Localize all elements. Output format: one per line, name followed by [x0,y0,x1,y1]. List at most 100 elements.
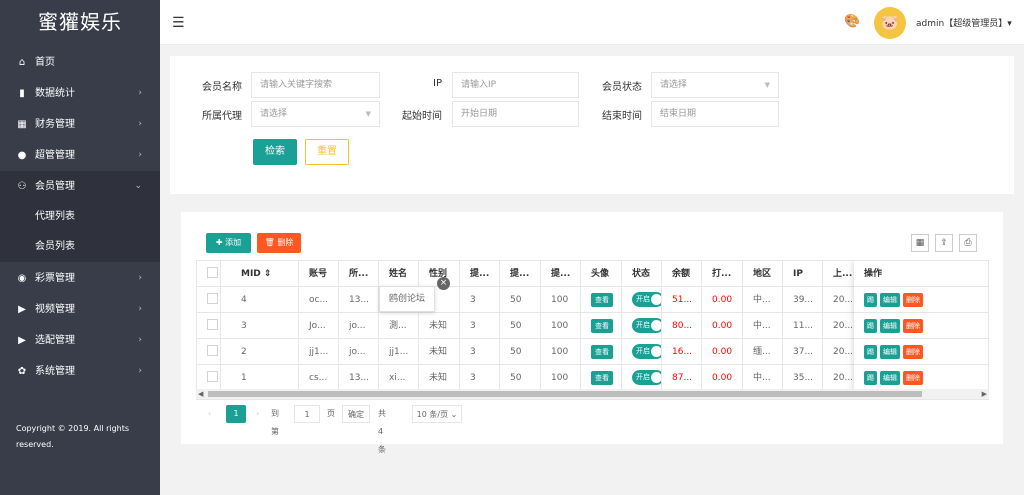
sidebar-item-lottery[interactable]: ◉ 彩票管理 › [0,263,160,294]
view-avatar-button[interactable]: 查看 [591,292,613,307]
menu-toggle-icon[interactable]: ☰ [172,15,185,31]
sidebar-item-config[interactable]: ▶ 选配管理 › [0,325,160,356]
cell-c2: 50 [500,339,541,365]
col-account: 账号 [299,261,339,287]
edit-button[interactable]: 编辑 [880,318,900,333]
sidebar-item-members[interactable]: ⚇ 会员管理 ⌄ [0,171,160,202]
edit-button[interactable]: 编辑 [880,344,900,359]
gamepad-icon: ◉ [17,273,27,284]
horizontal-scrollbar[interactable]: ◀ ▶ [196,389,989,399]
chevron-right-icon: › [138,335,142,345]
admin-menu[interactable]: admin【超级管理员】▾ [916,16,1012,29]
sidebar-item-finance[interactable]: ▦ 财务管理 › [0,109,160,140]
page-label: 页 [327,409,335,418]
end-date-input[interactable]: 结束日期 [651,101,779,127]
delete-row-button[interactable]: 删除 [903,344,923,359]
kick-button[interactable]: 踢 [864,370,877,385]
row-checkbox[interactable] [197,339,221,365]
sidebar-item-stats[interactable]: ▮ 数据统计 › [0,78,160,109]
copyright-text: Copyright © 2019. All rights reserved. [16,424,130,449]
view-avatar-button[interactable]: 查看 [591,370,613,385]
search-button[interactable]: 检索 [253,139,297,165]
next-page-icon[interactable]: › [256,405,259,423]
scroll-left-icon[interactable]: ◀ [198,389,203,399]
cell-name: xi... [379,365,419,391]
cell-balance: 87... [662,365,702,391]
cell-c3: 100 [541,313,581,339]
goto-input[interactable]: 1 [294,405,320,423]
delete-row-button[interactable]: 删除 [903,318,923,333]
kick-button[interactable]: 踢 [864,344,877,359]
sidebar-item-video[interactable]: ▶ 视频管理 › [0,294,160,325]
cell-c2: 50 [500,313,541,339]
view-avatar-button[interactable]: 查看 [591,344,613,359]
cell-name: 測... [379,313,419,339]
reset-button[interactable]: 重置 [305,139,349,165]
edit-button[interactable]: 编辑 [880,292,900,307]
page-1[interactable]: 1 [226,405,246,423]
sidebar-item-home[interactable]: ⌂ 首页 [0,47,160,78]
row-checkbox[interactable] [197,287,221,313]
delete-button[interactable]: 🗑 删除 [257,233,301,253]
print-icon[interactable]: ⎙ [959,234,977,252]
delete-row-button[interactable]: 删除 [903,370,923,385]
palette-icon[interactable]: 🎨 [844,14,860,29]
sidebar-item-system[interactable]: ✿ 系统管理 › [0,356,160,387]
agent-select[interactable]: 请选择 ▼ [251,101,380,127]
video-icon: ▶ [18,304,26,315]
row-checkbox[interactable] [197,365,221,391]
scroll-thumb[interactable] [208,391,922,397]
col-avatar: 头像 [581,261,622,287]
add-button[interactable]: ✚ 添加 [206,233,251,253]
chevron-right-icon: › [138,366,142,376]
kick-button[interactable]: 踢 [864,318,877,333]
sidebar-menu: ⌂ 首页 ▮ 数据统计 › ▦ 财务管理 › ● 超管管理 › ⚇ 会员管理 ⌄ 代理列表 会员列… [0,47,160,387]
page-size-select[interactable]: 10 条/页 ⌄ [412,405,462,423]
status-toggle[interactable]: 开启 [632,344,661,359]
user-icon: ● [17,150,27,161]
kick-button[interactable]: 踢 [864,292,877,307]
status-toggle[interactable]: 开启 [632,318,661,333]
prev-page-icon[interactable]: ‹ [208,405,211,423]
sidebar-subitem-member-list[interactable]: 会员列表 [0,232,160,262]
cell-mid: 2 [221,339,299,365]
ops-cell: 踢编辑 删除 [854,339,988,365]
goto-confirm-button[interactable]: 确定 [342,405,370,423]
cell-balance: 80... [662,313,702,339]
ip-input[interactable]: 请输入IP [452,72,579,98]
avatar[interactable]: 🐷 [874,7,906,39]
search-panel: 会员名称 请输入关键字搜索 IP 请输入IP 会员状态 请选择 ▼ 所属代理 请选… [170,56,1014,194]
status-switch-cell: 开启 [622,365,662,391]
col-mid[interactable]: MID ⇕ [221,261,299,287]
view-avatar-cell: 查看 [581,365,622,391]
delete-row-button[interactable]: 删除 [903,292,923,307]
cell-region: 缅... [743,339,783,365]
member-name-label: 会员名称 [202,82,242,93]
cell-c3: 100 [541,365,581,391]
status-select[interactable]: 请选择 ▼ [651,72,779,98]
ops-cell: 踢编辑 删除 [854,365,988,391]
cell-tooltip: 鸥创论坛 [379,286,435,312]
status-toggle[interactable]: 开启 [632,292,661,307]
close-icon[interactable]: × [437,277,450,290]
columns-icon[interactable]: ▦ [911,234,929,252]
status-toggle[interactable]: 开启 [632,370,661,385]
ip-label: IP [433,78,442,89]
scroll-right-icon[interactable]: ▶ [982,389,987,399]
cell-bet: 0.00 [702,339,743,365]
select-all-checkbox[interactable] [197,261,221,287]
cell-ip: 39... [783,287,823,313]
table-row-ops: 踢编辑 删除 [854,313,988,339]
row-checkbox[interactable] [197,313,221,339]
edit-button[interactable]: 编辑 [880,370,900,385]
status-switch-cell: 开启 [622,287,662,313]
cell-balance: 51... [662,287,702,313]
view-avatar-button[interactable]: 查看 [591,318,613,333]
top-header: ☰ 🎨 🐷 admin【超级管理员】▾ [160,0,1024,45]
sidebar-subitem-agent-list[interactable]: 代理列表 [0,202,160,232]
start-date-input[interactable]: 开始日期 [452,101,579,127]
member-name-input[interactable]: 请输入关键字搜索 [251,72,380,98]
sidebar: 蜜獾娱乐 ⌂ 首页 ▮ 数据统计 › ▦ 财务管理 › ● 超管管理 › ⚇ 会员管理 ⌄ 代理列… [0,0,160,495]
sidebar-item-superadmin[interactable]: ● 超管管理 › [0,140,160,171]
export-icon[interactable]: ⇪ [935,234,953,252]
